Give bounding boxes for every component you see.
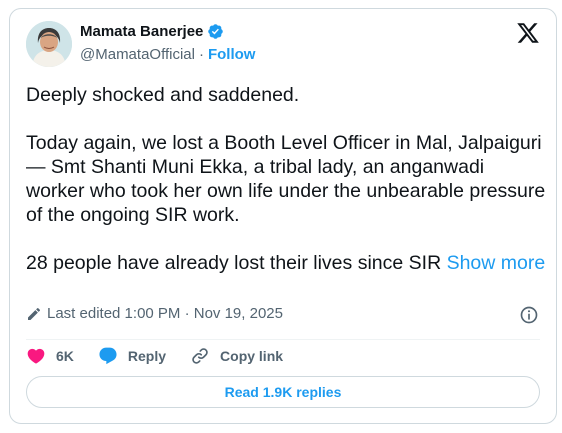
edited-timestamp[interactable]: Last edited 1:00 PM · Nov 19, 2025 (26, 305, 283, 322)
read-replies-button[interactable]: Read 1.9K replies (26, 376, 540, 408)
author-name[interactable]: Mamata Banerjee (80, 23, 224, 40)
avatar-image (26, 21, 72, 67)
copy-link-label: Copy link (220, 348, 284, 364)
edited-text: Last edited 1:00 PM · Nov 19, 2025 (47, 305, 283, 322)
post-paragraph-2: Today again, we lost a Booth Level Offic… (26, 132, 546, 226)
reply-bubble-icon (99, 347, 117, 365)
copy-link-button[interactable]: Copy link (190, 346, 283, 366)
x-logo-icon[interactable] (516, 21, 540, 45)
reply-label: Reply (127, 348, 167, 364)
heart-icon (27, 348, 45, 364)
reply-button[interactable]: Reply (98, 346, 166, 366)
post-card: Mamata Banerjee @MamataOfficial · Follow… (9, 8, 557, 424)
follow-button[interactable]: Follow (208, 46, 256, 63)
like-button[interactable]: 6K (26, 346, 74, 366)
info-icon[interactable] (519, 305, 539, 325)
like-count: 6K (56, 348, 74, 364)
read-replies-label: Read 1.9K replies (224, 384, 342, 400)
post-text: Deeply shocked and saddened. Today again… (26, 83, 546, 275)
post-paragraph-3: 28 people have already lost their lives … (26, 251, 546, 275)
avatar[interactable] (26, 21, 72, 67)
link-icon (192, 348, 208, 364)
author-name-text[interactable]: Mamata Banerjee (80, 23, 203, 40)
show-more-link[interactable]: Show more (447, 252, 546, 274)
post-paragraph-1: Deeply shocked and saddened. (26, 84, 300, 106)
action-bar: 6K Reply Copy link (26, 345, 307, 367)
author-handle[interactable]: @MamataOfficial (80, 46, 195, 63)
verified-badge-icon (208, 24, 224, 39)
handle-row: @MamataOfficial · Follow (80, 46, 255, 63)
divider (26, 339, 540, 340)
separator-dot: · (198, 46, 204, 63)
post-paragraph-3-text: 28 people have already lost their lives … (26, 252, 442, 274)
pencil-icon (28, 307, 41, 320)
